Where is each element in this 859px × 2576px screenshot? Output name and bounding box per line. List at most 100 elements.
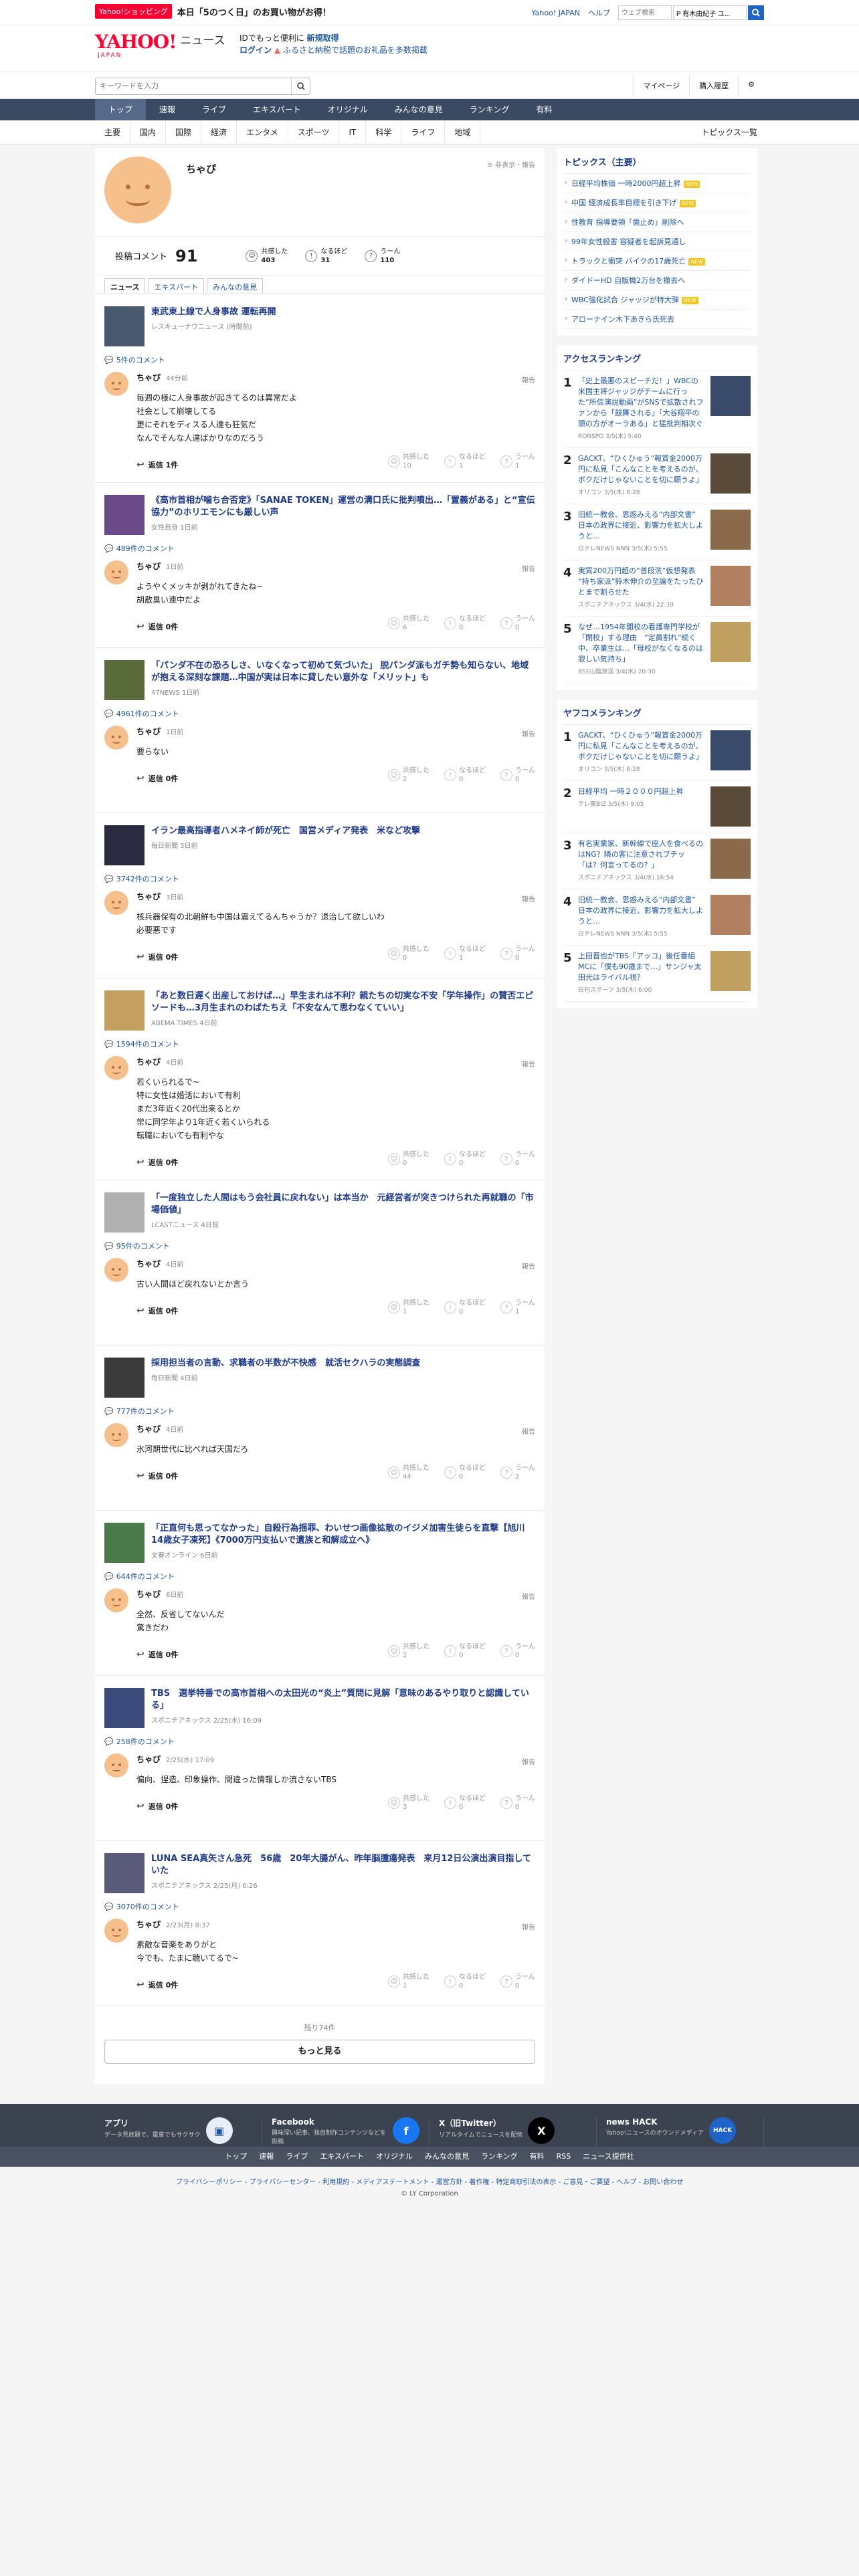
- reply-button[interactable]: ↩ 返信 0件: [136, 1305, 178, 1316]
- reply-button[interactable]: ↩ 返信 0件: [136, 1157, 178, 1168]
- footer-nav-item[interactable]: みんなの意見: [425, 2147, 469, 2167]
- hide-report-link[interactable]: ⊘ 非表示・報告: [487, 159, 535, 169]
- comment-author[interactable]: ちゃぴ: [136, 1755, 161, 1764]
- reply-button[interactable]: ↩ 返信 0件: [136, 1801, 178, 1812]
- insight-button[interactable]: ! なるほど 0: [444, 1150, 486, 1168]
- article-title[interactable]: 採用担当者の言動、求職者の半数が不快感 就活セクハラの実態調査: [151, 1358, 420, 1370]
- footer-app-0[interactable]: アプリ データ見放題で、電車でもサクサク ▣: [95, 2117, 262, 2147]
- reply-button[interactable]: ↩ 返信 1件: [136, 459, 178, 470]
- subnav-item[interactable]: 国内: [130, 120, 167, 144]
- empathy-button[interactable]: ☺ 共感した 44: [388, 1464, 430, 1481]
- footer-nav-item[interactable]: オリジナル: [376, 2147, 413, 2167]
- topic-item[interactable]: 日経平均株価 一時2000円超上昇NEW: [563, 174, 751, 193]
- empathy-button[interactable]: ☺ 共感した 1: [388, 1299, 430, 1316]
- empathy-button[interactable]: ☺ 共感した 0: [388, 1150, 430, 1168]
- topic-item[interactable]: 99年女性殺害 容疑者を起訴見通し: [563, 232, 751, 251]
- empathy-button[interactable]: ☺ 共感した 2: [388, 1642, 430, 1660]
- gnav-item[interactable]: 速報: [146, 99, 189, 120]
- footer-nav-item[interactable]: 有料: [530, 2147, 545, 2167]
- ranking-item[interactable]: 5 なぜ…1954年開校の看護専門学校が「閉校」する理由 “定員割れ”続く中、卒業…: [563, 617, 751, 683]
- hmm-button[interactable]: ? うーん 0: [500, 615, 535, 632]
- subnav-item[interactable]: 経済: [201, 120, 237, 144]
- insight-button[interactable]: ! なるほど 0: [444, 1794, 486, 1812]
- hmm-button[interactable]: ? うーん 0: [500, 766, 535, 784]
- comment-count-link[interactable]: 💬 1594件のコメント: [104, 1039, 535, 1049]
- comment-count-link[interactable]: 💬 644件のコメント: [104, 1571, 535, 1582]
- hmm-button[interactable]: ? うーん 0: [500, 1973, 535, 1990]
- article-link[interactable]: 「正直何も思ってなかった」自殺行為揺罪、わいせつ画像拡散のイジメ加害生徒らを直撃…: [104, 1511, 535, 1563]
- settings-button[interactable]: ⚙: [738, 75, 764, 96]
- subnav-item[interactable]: ライフ: [401, 120, 446, 144]
- reply-button[interactable]: ↩ 返信 0件: [136, 621, 178, 632]
- comment-count-link[interactable]: 💬 3070件のコメント: [104, 1901, 535, 1912]
- footer-nav-item[interactable]: ランキング: [481, 2147, 518, 2167]
- web-search-button[interactable]: [748, 5, 764, 20]
- comment-count-link[interactable]: 💬 3742件のコメント: [104, 873, 535, 884]
- article-link[interactable]: イラン最高指導者ハメネイ師が死亡 国営メディア発表 米など攻撃 毎日新聞 3日前: [104, 813, 535, 865]
- footer-nav-item[interactable]: ニュース提供社: [583, 2147, 634, 2167]
- hmm-button[interactable]: ? うーん 2: [500, 1464, 535, 1481]
- insight-button[interactable]: ! なるほど 0: [444, 766, 486, 784]
- report-link[interactable]: 報告: [522, 728, 535, 738]
- article-title[interactable]: 「正直何も思ってなかった」自殺行為揺罪、わいせつ画像拡散のイジメ加害生徒らを直撃…: [151, 1523, 535, 1547]
- report-link[interactable]: 報告: [522, 374, 535, 385]
- ranking-item[interactable]: 3 旧統一教会、思惑みえる“内部文書” 日本の政界に接近、影響力を拡大しようと… 日…: [563, 504, 751, 560]
- article-title[interactable]: イラン最高指導者ハメネイ師が死亡 国営メディア発表 米など攻撃: [151, 825, 420, 837]
- mypage-button[interactable]: マイページ: [633, 75, 689, 96]
- report-link[interactable]: 報告: [522, 1261, 535, 1271]
- footer-app-1[interactable]: Facebook 興味深い記事、独自制作コンテンツなどを投稿 f: [262, 2117, 430, 2147]
- comment-author[interactable]: ちゃぴ: [136, 1259, 161, 1269]
- empathy-button[interactable]: ☺ 共感した 6: [388, 615, 430, 632]
- register-link[interactable]: 新規取得: [307, 33, 339, 43]
- subnav-item[interactable]: エンタメ: [237, 120, 288, 144]
- hmm-button[interactable]: ? うーん 1: [500, 453, 535, 470]
- comment-count-link[interactable]: 💬 4961件のコメント: [104, 708, 535, 719]
- ranking-item[interactable]: 1 GACKT、“ひくひゅう”報賞金2000万円に私見「こんなことを考えるのが、ボ…: [563, 725, 751, 781]
- report-link[interactable]: 報告: [522, 893, 535, 903]
- article-link[interactable]: 《高市首相が噛ち合否定》「SANAE TOKEN」運営の溝口氏に批判噴出…「置義…: [104, 483, 535, 535]
- insight-button[interactable]: ! なるほど 0: [444, 615, 486, 632]
- gnav-item[interactable]: トップ: [95, 99, 147, 120]
- hmm-button[interactable]: ? うーん 0: [500, 1794, 535, 1812]
- footer-nav-item[interactable]: RSS: [557, 2147, 571, 2167]
- gnav-item[interactable]: ランキング: [456, 99, 523, 120]
- reply-button[interactable]: ↩ 返信 0件: [136, 952, 178, 962]
- news-search-button[interactable]: [291, 78, 310, 94]
- empathy-button[interactable]: ☺ 共感した 1: [388, 1973, 430, 1990]
- comment-author[interactable]: ちゃぴ: [136, 1424, 161, 1434]
- empathy-button[interactable]: ☺ 共感した 3: [388, 1794, 430, 1812]
- article-link[interactable]: 「パンダ不在の恐ろしさ、いなくなって初めて気づいた」 脱パンダ派もガチ勢も知らな…: [104, 648, 535, 700]
- footer-app-2[interactable]: X（旧Twitter） リアルタイムでニュースを配信 X: [430, 2117, 597, 2147]
- insight-button[interactable]: ! なるほど 1: [444, 945, 486, 962]
- comment-count-link[interactable]: 💬 5件のコメント: [104, 354, 535, 365]
- insight-button[interactable]: ! なるほど 0: [444, 1642, 486, 1660]
- subnav-item[interactable]: 主要: [95, 120, 131, 144]
- article-link[interactable]: 「あと数日遅く出産しておけば…」早生まれは不利？親たちの切実な不安「学年操作」の…: [104, 978, 535, 1031]
- comment-author[interactable]: ちゃぴ: [136, 373, 161, 383]
- reply-button[interactable]: ↩ 返信 0件: [136, 773, 178, 784]
- comment-author[interactable]: ちゃぴ: [136, 892, 161, 901]
- article-title[interactable]: 「パンダ不在の恐ろしさ、いなくなって初めて気づいた」 脱パンダ派もガチ勢も知らな…: [151, 660, 535, 684]
- comment-count-link[interactable]: 💬 777件のコメント: [104, 1406, 535, 1416]
- article-link[interactable]: LUNA SEA真矢さん急死 56歳 20年大腸がん、昨年脳腫瘍発表 来月12日…: [104, 1841, 535, 1893]
- article-title[interactable]: TBS 選挙特番での高市首相への太田光の“炎上”質問に見解「意味のあるやり取りと…: [151, 1688, 535, 1712]
- empathy-button[interactable]: ☺ 共感した 10: [388, 453, 430, 470]
- subnav-item[interactable]: スポーツ: [288, 120, 340, 144]
- report-link[interactable]: 報告: [522, 1756, 535, 1766]
- footer-links[interactable]: プライバシーポリシー - プライバシーセンター - 利用規約 - メディアステー…: [0, 2176, 859, 2186]
- footer-nav-item[interactable]: ライブ: [286, 2147, 308, 2167]
- furusato-link[interactable]: ふるさと納税で話題のお礼品を多数掲載: [283, 45, 427, 55]
- reply-button[interactable]: ↩ 返信 0件: [136, 1979, 178, 1990]
- insight-button[interactable]: ! なるほど 0: [444, 1464, 486, 1481]
- ranking-item[interactable]: 5 上田晋也がTBS「アッコ」後任番組MCに「僕も90歳まで…」サンジャ太田光はラ…: [563, 946, 751, 1002]
- subnav-item[interactable]: 地域: [445, 120, 481, 144]
- comment-author[interactable]: ちゃぴ: [136, 1057, 161, 1067]
- help-link[interactable]: ヘルプ: [588, 7, 610, 18]
- yahoo-news-logo[interactable]: YAHOO! JAPAN ニュース: [95, 31, 225, 59]
- comment-author[interactable]: ちゃぴ: [136, 1920, 161, 1929]
- gnav-item[interactable]: エキスパート: [240, 99, 314, 120]
- article-title[interactable]: 「一度独立した人間はもう会社員に戻れない」は本当か 元経営者が突きつけられた再就…: [151, 1192, 535, 1216]
- footer-nav-item[interactable]: エキスパート: [320, 2147, 364, 2167]
- reply-button[interactable]: ↩ 返信 0件: [136, 1649, 178, 1660]
- ranking-item[interactable]: 4 旧統一教会、思惑みえる“内部文書” 日本の政界に接近、影響力を拡大しようと… 日…: [563, 889, 751, 946]
